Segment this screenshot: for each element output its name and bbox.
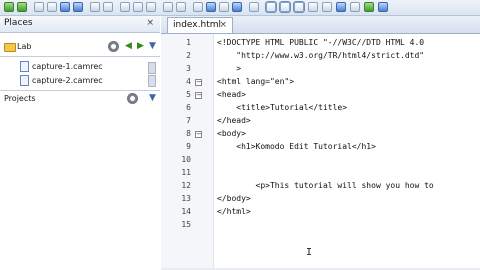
chat-icon[interactable] <box>378 2 388 12</box>
scrollbar-down[interactable] <box>148 75 156 87</box>
list-item[interactable]: capture-2.camrec <box>0 74 160 88</box>
gear-icon[interactable] <box>127 93 138 104</box>
run-icon[interactable] <box>232 2 242 12</box>
places-icon[interactable] <box>265 1 277 13</box>
file-label: capture-2.camrec <box>32 76 103 85</box>
projects-header[interactable]: Projects ▼ <box>0 92 160 106</box>
file-icon <box>20 61 29 72</box>
projects-icon[interactable] <box>279 1 291 13</box>
line-number: 5 <box>186 90 191 99</box>
gear-icon[interactable] <box>108 41 119 52</box>
back-icon[interactable] <box>4 2 14 12</box>
fold-marker[interactable]: − <box>195 131 202 138</box>
close-icon[interactable]: × <box>146 18 154 28</box>
layout-icon[interactable] <box>308 2 318 12</box>
line-number: 1 <box>186 38 191 47</box>
save-all-icon[interactable] <box>73 2 83 12</box>
code-line[interactable]: <title>Tutorial</title> <box>217 103 347 112</box>
code-line[interactable]: </body> <box>217 194 251 203</box>
tools-icon[interactable] <box>350 2 360 12</box>
copy-icon[interactable] <box>133 2 143 12</box>
text-cursor-icon: I <box>306 247 313 258</box>
save-icon[interactable] <box>60 2 70 12</box>
line-number: 3 <box>186 64 191 73</box>
paste-icon[interactable] <box>146 2 156 12</box>
line-number: 11 <box>181 168 191 177</box>
editor-pane: index.html × 1 2 3 4 5 6 7 8 9 10 11 12 … <box>161 16 480 270</box>
forward-arrow-icon[interactable]: ▶ <box>137 42 144 51</box>
places-tab-label: Places <box>4 18 33 28</box>
chevron-down-icon[interactable]: ▼ <box>149 94 156 103</box>
file-label: capture-1.camrec <box>32 62 103 71</box>
fold-marker[interactable]: − <box>195 79 202 86</box>
browser-icon[interactable] <box>206 2 216 12</box>
places-tab[interactable]: Places × <box>0 16 160 33</box>
mail-icon[interactable] <box>336 2 346 12</box>
line-number: 6 <box>186 103 191 112</box>
toolbox-icon[interactable] <box>249 2 259 12</box>
divider <box>0 56 160 57</box>
split-icon[interactable] <box>322 2 332 12</box>
line-number: 9 <box>186 142 191 151</box>
chevron-down-icon[interactable]: ▼ <box>149 42 156 51</box>
line-number: 14 <box>181 207 191 216</box>
fold-marker[interactable]: − <box>195 92 202 99</box>
code-line[interactable]: <html lang="en"> <box>217 77 294 86</box>
places-folder-row[interactable]: Lab ◀ ▶ ▼ <box>0 40 160 54</box>
code-line[interactable]: </head> <box>217 116 251 125</box>
open-icon[interactable] <box>47 2 57 12</box>
redo-icon[interactable] <box>103 2 113 12</box>
folder-icon <box>4 43 16 52</box>
folder-label: Lab <box>17 42 32 51</box>
line-number: 10 <box>181 155 191 164</box>
scrollbar-up[interactable] <box>148 62 156 74</box>
list-item[interactable]: capture-1.camrec <box>0 60 160 74</box>
divider <box>0 90 160 91</box>
close-icon[interactable]: × <box>219 20 227 30</box>
new-file-icon[interactable] <box>34 2 44 12</box>
code-line[interactable]: <h1>Komodo Edit Tutorial</h1> <box>217 142 376 151</box>
editor-tab-bar: index.html × <box>161 16 480 34</box>
code-line[interactable]: <head> <box>217 90 246 99</box>
line-number: 8 <box>186 129 191 138</box>
line-number: 2 <box>186 51 191 60</box>
file-icon <box>20 75 29 86</box>
left-pane: Places × Lab ◀ ▶ ▼ capture-1.camrec capt… <box>0 16 162 270</box>
replace-icon[interactable] <box>193 2 203 12</box>
tab-label: index.html <box>173 20 221 30</box>
tab-index-html[interactable]: index.html × <box>167 17 233 33</box>
print-icon[interactable] <box>163 2 173 12</box>
back-arrow-icon[interactable]: ◀ <box>125 42 132 51</box>
code-line[interactable]: > <box>217 64 241 73</box>
line-number: 13 <box>181 194 191 203</box>
line-number: 4 <box>186 77 191 86</box>
code-line[interactable]: </html> <box>217 207 251 216</box>
find-icon[interactable] <box>176 2 186 12</box>
code-line[interactable]: <!DOCTYPE HTML PUBLIC "-//W3C//DTD HTML … <box>217 38 424 47</box>
line-number: 15 <box>181 220 191 229</box>
undo-icon[interactable] <box>90 2 100 12</box>
forward-icon[interactable] <box>17 2 27 12</box>
macro-icon[interactable] <box>219 2 229 12</box>
output-icon[interactable] <box>293 1 305 13</box>
cut-icon[interactable] <box>120 2 130 12</box>
code-line[interactable]: <body> <box>217 129 246 138</box>
code-line[interactable]: <p>This tutorial will show you how to <box>217 181 439 190</box>
projects-label: Projects <box>4 94 36 103</box>
line-number: 12 <box>181 181 191 190</box>
help-icon[interactable] <box>364 2 374 12</box>
line-number: 7 <box>186 116 191 125</box>
code-line[interactable]: "http://www.w3.org/TR/html4/strict.dtd" <box>217 51 424 60</box>
main-toolbar <box>0 0 480 16</box>
